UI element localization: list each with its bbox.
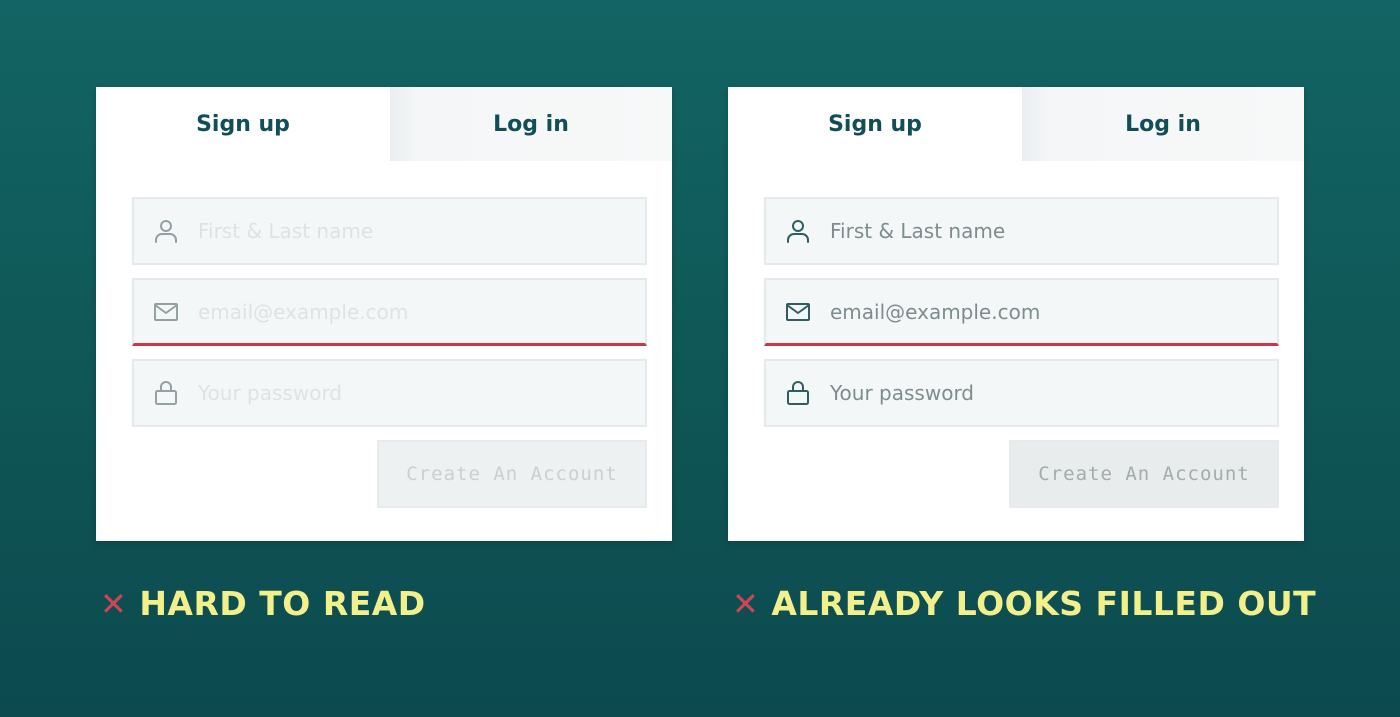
name-input[interactable] bbox=[198, 219, 638, 243]
user-icon bbox=[152, 217, 180, 245]
signup-form-card-hard-to-read: Sign up Log in Create An Acc bbox=[96, 87, 672, 541]
email-input[interactable] bbox=[830, 299, 1270, 324]
name-input[interactable] bbox=[830, 219, 1270, 243]
email-field[interactable] bbox=[764, 278, 1279, 346]
password-field[interactable] bbox=[764, 359, 1279, 427]
name-field[interactable] bbox=[764, 197, 1279, 265]
password-input[interactable] bbox=[198, 381, 638, 405]
x-mark-icon: ✕ bbox=[732, 584, 760, 623]
create-account-button[interactable]: Create An Account bbox=[377, 440, 647, 508]
email-input[interactable] bbox=[198, 299, 638, 324]
auth-tabs: Sign up Log in bbox=[96, 87, 672, 161]
signup-form-card-looks-filled: Sign up Log in Create An Acc bbox=[728, 87, 1304, 541]
password-input[interactable] bbox=[830, 381, 1270, 405]
x-mark-icon: ✕ bbox=[100, 584, 128, 623]
lock-icon bbox=[784, 379, 812, 407]
tab-sign-up[interactable]: Sign up bbox=[96, 87, 390, 161]
caption-looks-filled-out: ✕ ALREADY LOOKS FILLED OUT bbox=[732, 584, 1316, 623]
name-field[interactable] bbox=[132, 197, 647, 265]
caption-text: HARD TO READ bbox=[139, 584, 426, 623]
caption-hard-to-read: ✕ HARD TO READ bbox=[100, 584, 426, 623]
envelope-icon bbox=[784, 298, 812, 326]
email-field[interactable] bbox=[132, 278, 647, 346]
user-icon bbox=[784, 217, 812, 245]
password-field[interactable] bbox=[132, 359, 647, 427]
lock-icon bbox=[152, 379, 180, 407]
create-account-button[interactable]: Create An Account bbox=[1009, 440, 1279, 508]
tab-log-in[interactable]: Log in bbox=[390, 87, 672, 161]
auth-tabs: Sign up Log in bbox=[728, 87, 1304, 161]
tab-sign-up[interactable]: Sign up bbox=[728, 87, 1022, 161]
tab-log-in[interactable]: Log in bbox=[1022, 87, 1304, 161]
caption-text: ALREADY LOOKS FILLED OUT bbox=[771, 584, 1317, 623]
envelope-icon bbox=[152, 298, 180, 326]
